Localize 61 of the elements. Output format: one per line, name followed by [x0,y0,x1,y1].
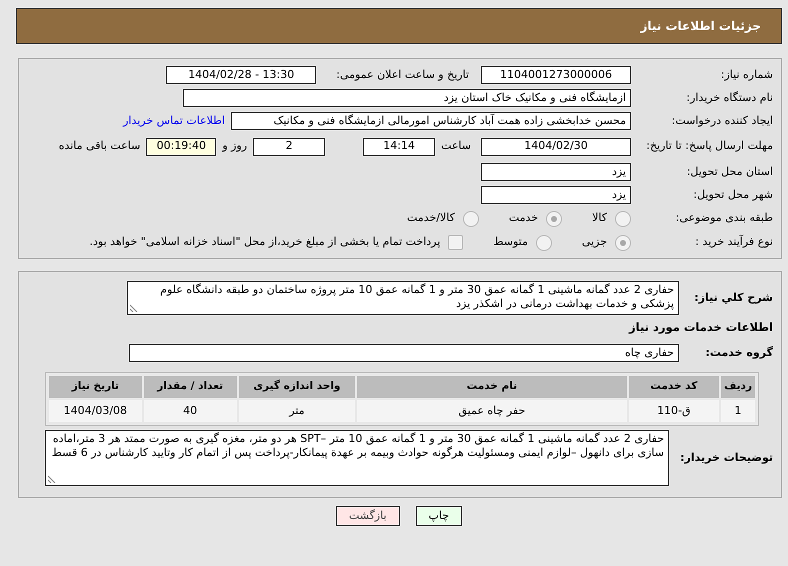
radio-button[interactable] [462,210,479,226]
column-header: تاریخ نیاز [49,376,142,398]
field-label: طبقه بندی موضوعی: [674,212,773,225]
input-field[interactable]: 1104001273000006 [481,66,631,84]
print-button[interactable]: چاپ [416,506,462,526]
field-label: ساعت [440,138,472,154]
input-field[interactable]: 1404/02/28 - 13:30 [166,66,316,84]
field-label: استان محل تحویل: [686,166,773,178]
radio-label: جزیی [582,234,607,250]
radio-button[interactable] [615,210,631,226]
input-field[interactable]: 14:14 [363,138,436,156]
column-header: نام خدمت [357,376,627,398]
table-cell: 40 [144,400,237,422]
column-header: کد خدمت [628,376,720,398]
input-field[interactable]: 1404/02/30 [481,138,631,156]
radio-button[interactable] [536,234,552,250]
radio-label: کالا/خدمت [407,210,455,226]
field-label: ایجاد کننده درخواست: [670,114,773,128]
input-field[interactable]: یزد [481,186,631,204]
resize-grip-icon[interactable] [48,475,56,483]
notes-text: حفاری 2 عدد گمانه ماشینی 1 گمانه عمق 30 متر و 1 گمانه عمق 10 متر –SPT هر دو متر، مغزه گیری به صورت ممتد هر 3 متر،اماده سازی برای دانهول –لوازم ایمنی ومسئولیت هرگونه حوادث وبیمه بر عهدة پیمانکار-پرداخت پس از اتمام کار وتایید کارشناس در 6 قسط [52,432,664,459]
page-title: جزئیات اطلاعات نیاز [640,18,761,35]
table-cell: 1 [721,400,755,422]
back-button[interactable]: بازگشت [336,506,400,526]
radio-label: کالا [592,210,607,226]
column-header: تعداد / مقدار [144,376,237,398]
radio-label: خدمت [508,210,538,226]
checkbox[interactable] [448,235,464,250]
field-label: تاریخ و ساعت اعلان عمومی: [335,66,470,83]
contact-link[interactable]: اطلاعات تماس خریدار [123,112,225,130]
table-cell: متر [238,400,356,422]
countdown-field[interactable]: 00:19:40 [146,138,216,156]
input-field[interactable]: حفاری چاه [129,344,679,362]
table-cell: ق-110 [628,400,720,422]
field-label: نوع فرآیند خرید : [694,236,773,249]
column-header: ردیف [721,376,755,398]
notes-field[interactable] [45,430,669,486]
input-field[interactable]: یزد [481,163,631,181]
resize-grip-icon[interactable] [130,304,138,312]
field-label: شرح کلي نياز: [693,292,773,304]
field-label: شهر محل تحویل: [692,188,773,202]
description-text: حفاری 2 عدد گمانه ماشینی 1 گمانه عمق 30 متر و 1 گمانه عمق 10 متر پروژه ساختمان دو طبقه دانشگاه علوم پزشکی و خدمات بهداشت درمانی در اشکذر یزد [160,283,674,310]
section-heading: اطلاعات خدمات مورد نیاز [628,318,773,336]
field-label: مهلت ارسال پاسخ: تا تاریخ: [645,140,773,153]
input-field[interactable]: محسن خدابخشی زاده همت آباد کارشناس امورمالی ازمایشگاه فنی و مکانیک [231,112,631,130]
column-header: واحد اندازه گیری [238,376,356,398]
description-field[interactable]: حفاری 2 عدد گمانه ماشینی 1 گمانه عمق 30 متر و 1 گمانه عمق 10 متر پروژه ساختمان دو طبقه دانشگاه علوم پزشکی و خدمات بهداشت درمانی در اشکذر یزد [127,281,679,314]
input-field[interactable]: ازمایشگاه فنی و مکانیک خاک استان یزد [183,89,631,107]
input-field[interactable]: 2 [253,138,326,156]
radio-button[interactable] [615,234,631,250]
radio-button[interactable] [546,210,562,226]
field-label: روز و [220,138,248,154]
field-label: ساعت باقی مانده [58,138,142,154]
table-cell: 1404/03/08 [49,400,142,422]
field-label: نام دستگاه خریدار: [685,92,773,104]
radio-label: متوسط [493,234,528,250]
field-label: توضیحات خریدار: [679,452,773,464]
table-cell: حفر چاه عمیق [357,400,627,422]
checkbox-label: پرداخت تمام یا بخشی از مبلغ خرید،از محل "اسناد خزانه اسلامی" خواهد بود. [90,234,440,250]
field-label: شماره نیاز: [720,68,773,82]
field-label: گروه خدمت: [704,346,773,359]
